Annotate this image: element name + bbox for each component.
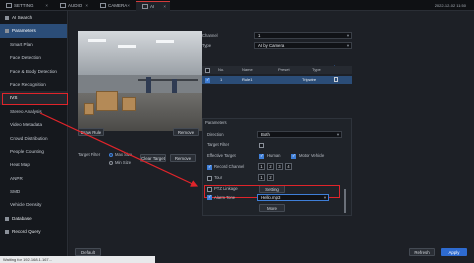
annotation-arrows: [39, 112, 199, 187]
app-window: SETTING × AUDIO × CAMERA × AI × 2022-12-02 1…: [0, 0, 474, 263]
arrow-line: [39, 112, 199, 187]
status-bar: Waiting for 192.168.1.167...: [0, 256, 155, 263]
